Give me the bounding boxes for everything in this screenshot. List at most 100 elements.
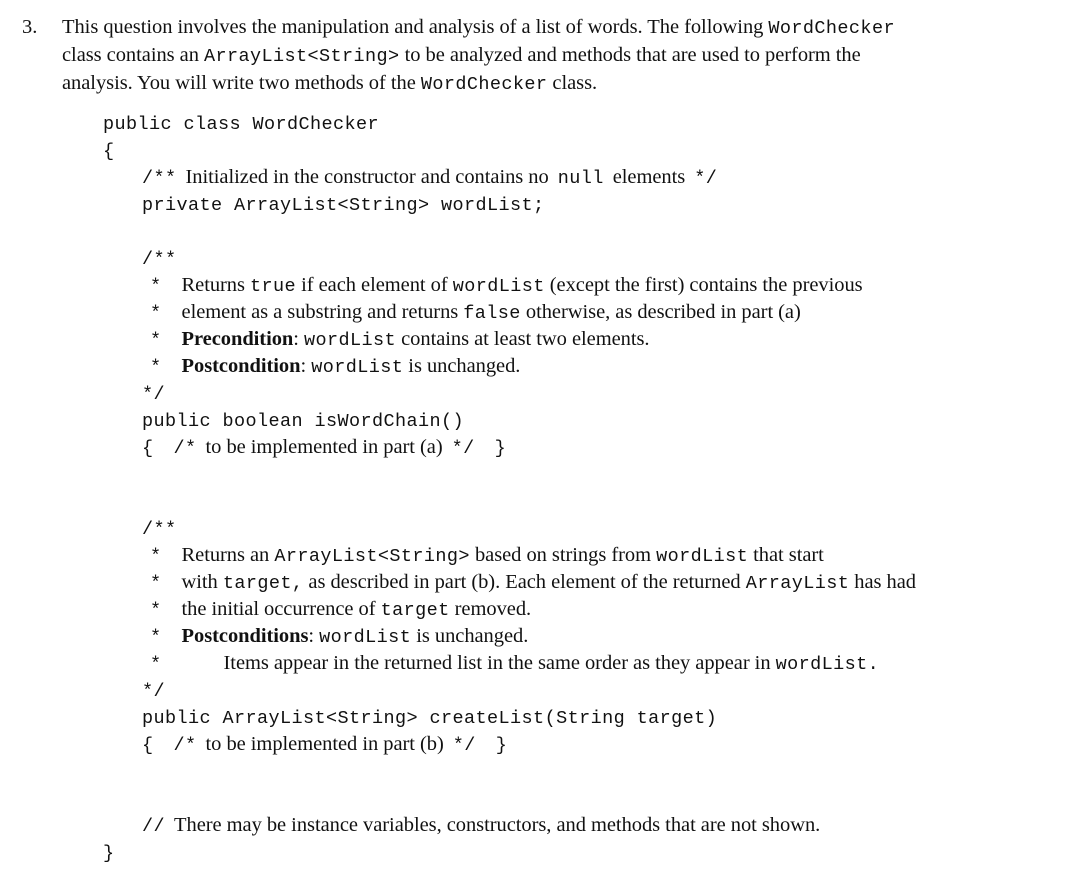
- exam-page: 3. This question involves the manipulati…: [0, 0, 1080, 877]
- prose-text: to be analyzed and methods that are used…: [399, 44, 861, 66]
- prose-text: Items appear in the returned list in the…: [223, 652, 776, 674]
- code-token: ArrayList: [745, 573, 850, 594]
- question-line: This question involves the manipulation …: [62, 14, 1052, 42]
- prose-text: elements: [612, 166, 686, 188]
- prose-text: :: [308, 625, 320, 647]
- code-line: * the initial occurrence of target remove…: [0, 596, 1080, 623]
- code-token: /**: [142, 168, 177, 189]
- prose-text: (except the first) contains the previous: [544, 274, 863, 296]
- prose-text: that start: [748, 544, 824, 566]
- code-line: public boolean isWordChain(): [0, 407, 1080, 434]
- emphasis-text: Postconditions: [181, 625, 309, 647]
- code-token: ArrayList<String>: [204, 46, 400, 67]
- prose-text: removed.: [449, 598, 532, 620]
- code-token: *: [150, 627, 162, 648]
- prose-text: is unchanged.: [411, 625, 529, 647]
- code-line: {: [0, 137, 1080, 164]
- code-line: public ArrayList<String> createList(Stri…: [0, 704, 1080, 731]
- prose-text: has had: [849, 571, 916, 593]
- code-line: * Postcondition: wordList is unchanged.: [0, 353, 1080, 380]
- code-token: /**: [142, 519, 177, 540]
- prose-text: class.: [547, 72, 598, 94]
- code-token: wordList: [452, 276, 545, 297]
- code-token: WordChecker: [420, 74, 548, 95]
- code-token: *: [150, 276, 162, 297]
- code-line: /**: [0, 515, 1080, 542]
- code-token: target,: [222, 573, 304, 594]
- code-token: */: [142, 681, 166, 702]
- emphasis-text: Postcondition: [181, 355, 301, 377]
- code-line: /** Initialized in the constructor and co…: [0, 164, 1080, 191]
- code-token: *: [150, 546, 162, 567]
- code-token: *: [150, 357, 162, 378]
- prose-text: :: [300, 355, 312, 377]
- code-line: * Postconditions: wordList is unchanged.: [0, 623, 1080, 650]
- prose-text: analysis. You will write two methods of …: [62, 72, 421, 94]
- code-token: ArrayList<String>: [274, 546, 470, 567]
- code-line: * Returns true if each element of wordLis…: [0, 272, 1080, 299]
- prose-text: There may be instance variables, constru…: [174, 814, 821, 836]
- prose-text: Initialized in the constructor and conta…: [185, 166, 549, 188]
- code-line: * Precondition: wordList contains at leas…: [0, 326, 1080, 353]
- code-token: private ArrayList<String> wordList;: [142, 195, 545, 216]
- prose-text: if each element of: [296, 274, 453, 296]
- code-token: //: [142, 816, 166, 837]
- code-token: null: [557, 168, 604, 189]
- question-number: 3.: [22, 16, 38, 38]
- prose-text: class contains an: [62, 44, 204, 66]
- code-token: */: [694, 168, 718, 189]
- code-token: */: [452, 735, 476, 756]
- code-token: *: [150, 303, 162, 324]
- prose-text: contains at least two elements.: [396, 328, 650, 350]
- prose-text: to be implemented in part (b): [205, 733, 444, 755]
- code-line: private ArrayList<String> wordList;: [0, 191, 1080, 218]
- code-token: }: [495, 735, 508, 756]
- code-line: */: [0, 677, 1080, 704]
- code-token: */: [142, 384, 166, 405]
- code-line: { /* to be implemented in part (b) */}: [0, 731, 1080, 758]
- code-token: target: [380, 600, 450, 621]
- code-token: *: [150, 654, 162, 675]
- prose-text: Returns an: [181, 544, 275, 566]
- code-token: false: [463, 303, 521, 324]
- prose-text: to be implemented in part (a): [205, 436, 443, 458]
- code-line: * Returns an ArrayList<String> based on s…: [0, 542, 1080, 569]
- prose-text: element as a substring and returns: [181, 301, 464, 323]
- code-token: wordList: [656, 546, 749, 567]
- code-line: * with target, as described in part (b). …: [0, 569, 1080, 596]
- code-line: // There may be instance variables, const…: [0, 812, 1080, 839]
- code-line: * Items appear in the returned list in th…: [0, 650, 1080, 677]
- code-token: /*: [173, 735, 197, 756]
- code-line: {/* to be implemented in part (a) */}: [0, 434, 1080, 461]
- code-line: /**: [0, 245, 1080, 272]
- code-token: wordList: [304, 330, 397, 351]
- prose-text: as described in part (b). Each element o…: [303, 571, 746, 593]
- code-line: }: [0, 839, 1080, 866]
- question-line: analysis. You will write two methods of …: [62, 70, 1052, 98]
- code-token: public ArrayList<String> createList(Stri…: [142, 708, 718, 729]
- code-line: * element as a substring and returns fals…: [0, 299, 1080, 326]
- code-token: /**: [142, 249, 177, 270]
- code-token: {: [142, 735, 154, 756]
- prose-text: based on strings from: [469, 544, 657, 566]
- emphasis-text: Precondition: [181, 328, 294, 350]
- code-line: public class WordChecker: [0, 110, 1080, 137]
- prose-text: otherwise, as described in part (a): [520, 301, 801, 323]
- code-token: wordList: [319, 627, 412, 648]
- prose-text: This question involves the manipulation …: [62, 16, 769, 38]
- code-token: }: [494, 438, 507, 459]
- code-token: {: [103, 141, 115, 162]
- code-token: *: [150, 573, 162, 594]
- code-token: true: [250, 276, 297, 297]
- code-token: wordList.: [775, 654, 880, 675]
- code-token: }: [103, 843, 115, 864]
- prose-text: :: [293, 328, 305, 350]
- code-token: WordChecker: [768, 18, 895, 39]
- prose-text: the initial occurrence of: [181, 598, 381, 620]
- code-token: *: [150, 330, 162, 351]
- prose-text: Returns: [181, 274, 251, 296]
